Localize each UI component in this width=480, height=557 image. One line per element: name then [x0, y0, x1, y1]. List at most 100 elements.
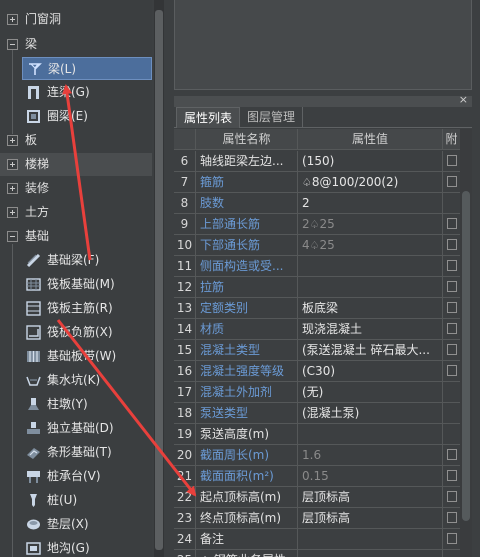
property-value[interactable]: 现浇混凝土: [298, 319, 443, 340]
tree-item-pile[interactable]: 桩(U): [22, 489, 152, 512]
tree-item-raft-negative-rebar[interactable]: 筏板负筋(X): [22, 321, 152, 344]
property-row[interactable]: 17 混凝土外加剂 (无): [174, 382, 460, 403]
property-value[interactable]: 2: [298, 193, 443, 214]
properties-scrollbar-thumb[interactable]: [462, 191, 470, 521]
property-value[interactable]: [298, 424, 443, 445]
tree-item-raft-main-rebar[interactable]: 筏板主筋(R): [22, 297, 152, 320]
property-value[interactable]: 0.15: [298, 466, 443, 487]
property-row[interactable]: 7 箍筋 ♤8@100/200(2): [174, 172, 460, 193]
tree-group-openings[interactable]: 门窗洞: [0, 8, 152, 31]
property-row[interactable]: 20 截面周长(m) 1.6: [174, 445, 460, 466]
property-row[interactable]: 13 定额类别 板底梁: [174, 298, 460, 319]
property-value[interactable]: [298, 256, 443, 277]
property-row[interactable]: 24 备注: [174, 529, 460, 550]
property-value-text: 25: [319, 217, 335, 231]
tree-item-strip-footing[interactable]: 条形基础(T): [22, 441, 152, 464]
property-value[interactable]: (混凝土泵): [298, 403, 443, 424]
property-value[interactable]: (C30): [298, 361, 443, 382]
property-row[interactable]: 11 侧面构造或受...: [174, 256, 460, 277]
property-value[interactable]: 层顶标高: [298, 487, 443, 508]
property-value[interactable]: 2♤25: [298, 214, 443, 235]
property-row[interactable]: 10 下部通长筋 4♤25: [174, 235, 460, 256]
attach-checkbox[interactable]: [447, 218, 457, 229]
attach-checkbox[interactable]: [447, 302, 457, 313]
tree-group-earthwork[interactable]: 土方: [0, 201, 152, 224]
property-value[interactable]: (150): [298, 151, 443, 172]
property-row[interactable]: 23 终点顶标高(m) 层顶标高: [174, 508, 460, 529]
pile-cap-icon: [25, 468, 42, 485]
attach-checkbox[interactable]: [447, 155, 457, 166]
tree-group-beams[interactable]: 梁: [0, 33, 152, 56]
property-value[interactable]: 1.6: [298, 445, 443, 466]
property-value[interactable]: ♤8@100/200(2): [298, 172, 443, 193]
tree-item-ring-beam[interactable]: 圈梁(E): [22, 105, 152, 128]
tree-item-foundation-strip[interactable]: 基础板带(W): [22, 345, 152, 368]
property-value[interactable]: (泵送混凝土 碎石最大...: [298, 340, 443, 361]
property-value[interactable]: [298, 277, 443, 298]
pile-icon: [25, 492, 42, 509]
property-row[interactable]: 22 起点顶标高(m) 层顶标高: [174, 487, 460, 508]
attach-checkbox[interactable]: [447, 281, 457, 292]
tree-item-beam[interactable]: 梁(L): [22, 57, 152, 80]
tree-item-trench[interactable]: 地沟(G): [22, 537, 152, 557]
attach-cell: [443, 382, 460, 403]
attach-cell: [443, 340, 460, 361]
tree-group-foundation[interactable]: 基础: [0, 225, 152, 248]
attach-checkbox[interactable]: [447, 239, 457, 250]
attach-checkbox[interactable]: [447, 260, 457, 271]
property-row[interactable]: 18 泵送类型 (混凝土泵): [174, 403, 460, 424]
property-row[interactable]: 25+ 钢筋业务属性: [174, 550, 460, 557]
property-row[interactable]: 8 肢数 2: [174, 193, 460, 214]
expand-icon[interactable]: [7, 207, 18, 218]
tree-item-foundation-beam[interactable]: 基础梁(F): [22, 249, 152, 272]
tree-group-label: 梁: [25, 37, 38, 51]
tree-item-sump[interactable]: 集水坑(K): [22, 369, 152, 392]
tree-item-pile-cap[interactable]: 桩承台(V): [22, 465, 152, 488]
tree-item-coupling-beam[interactable]: 连梁(G): [22, 81, 152, 104]
property-row[interactable]: 16 混凝土强度等级 (C30): [174, 361, 460, 382]
attach-checkbox[interactable]: [447, 449, 457, 460]
tree-group-slabs[interactable]: 板: [0, 129, 152, 152]
expand-icon[interactable]: [7, 135, 18, 146]
collapse-icon[interactable]: [7, 231, 18, 242]
attach-checkbox[interactable]: [447, 491, 457, 502]
expand-icon[interactable]: [7, 183, 18, 194]
tree-item-label: 条形基础(T): [47, 445, 112, 459]
property-value[interactable]: 4♤25: [298, 235, 443, 256]
property-row[interactable]: 14 材质 现浇混凝土: [174, 319, 460, 340]
tree-group-decoration[interactable]: 装修: [0, 177, 152, 200]
tab-property-list[interactable]: 属性列表: [176, 107, 241, 128]
attach-checkbox[interactable]: [447, 470, 457, 481]
tree-item-cushion[interactable]: 垫层(X): [22, 513, 152, 536]
close-icon[interactable]: ×: [459, 94, 468, 106]
tree-item-column-pier[interactable]: 柱墩(Y): [22, 393, 152, 416]
tab-layer-management[interactable]: 图层管理: [240, 107, 304, 128]
property-value[interactable]: [298, 550, 443, 557]
expand-icon[interactable]: [7, 159, 18, 170]
tree-item-raft-foundation[interactable]: 筏板基础(M): [22, 273, 152, 296]
attach-checkbox[interactable]: [447, 533, 457, 544]
tree-group-stairs[interactable]: 楼梯: [0, 153, 152, 176]
property-row[interactable]: 19 泵送高度(m): [174, 424, 460, 445]
property-value[interactable]: 层顶标高: [298, 508, 443, 529]
attach-cell: [443, 403, 460, 424]
collapse-icon[interactable]: [7, 39, 18, 50]
property-row[interactable]: 15 混凝土类型 (泵送混凝土 碎石最大...: [174, 340, 460, 361]
attach-checkbox[interactable]: [447, 176, 457, 187]
attach-checkbox[interactable]: [447, 344, 457, 355]
attach-checkbox[interactable]: [447, 323, 457, 334]
attach-cell: [443, 508, 460, 529]
property-value[interactable]: (无): [298, 382, 443, 403]
attach-checkbox[interactable]: [447, 512, 457, 523]
property-value-text: 层顶标高: [302, 511, 351, 525]
property-row[interactable]: 21 截面面积(m²) 0.15: [174, 466, 460, 487]
property-value[interactable]: [298, 529, 443, 550]
property-row[interactable]: 9 上部通长筋 2♤25: [174, 214, 460, 235]
expand-icon[interactable]: [7, 14, 18, 25]
tree-scrollbar-thumb[interactable]: [155, 10, 163, 550]
tree-item-isolated-footing[interactable]: 独立基础(D): [22, 417, 152, 440]
property-row[interactable]: 6 轴线距梁左边... (150): [174, 151, 460, 172]
property-row[interactable]: 12 拉筋: [174, 277, 460, 298]
attach-checkbox[interactable]: [447, 365, 457, 376]
property-value[interactable]: 板底梁: [298, 298, 443, 319]
